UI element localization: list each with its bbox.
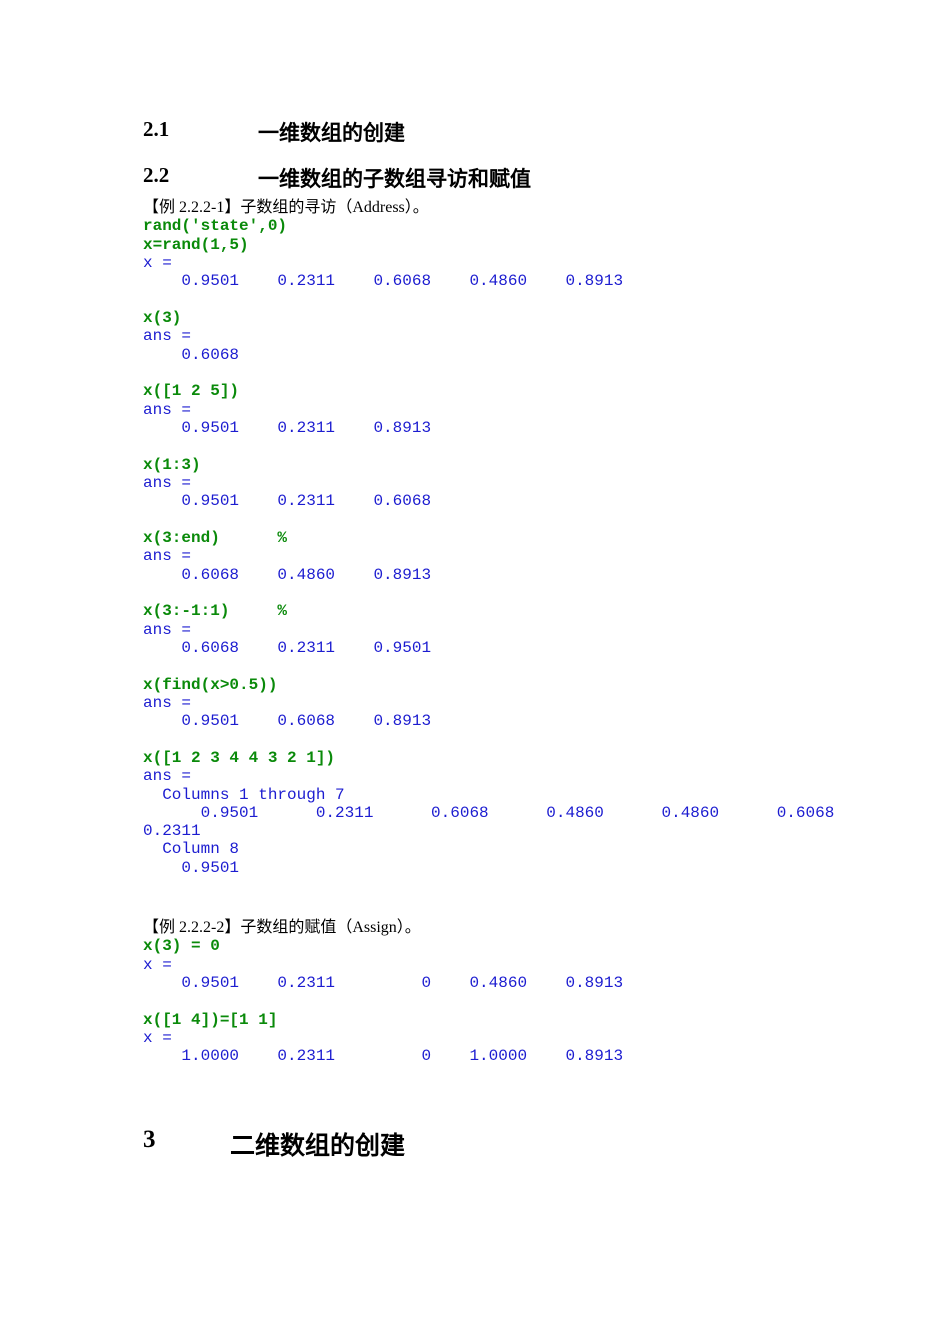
code-output-line: x = [143,955,172,974]
code-output-line [143,364,834,382]
code-output-line: ans = [143,327,192,346]
code-output-line: 0.9501 0.2311 0.6068 0.4860 0.4860 0.606… [143,803,835,822]
code-command-line: x(3) [143,308,182,327]
heading-title: 二维数组的创建 [230,1131,406,1160]
example-2-2-2-2: 【例 2.2.2-2】子数组的赋值（Assign）。 x(3) = 0x = 0.… [143,919,623,1066]
code-output-line [143,657,834,675]
code-command-line: x([1 2 5]) [143,382,240,401]
code-command-line: x([1 4])=[1 1] [143,1010,278,1029]
example-2-2-2-1: 【例 2.2.2-1】子数组的寻访（Address）。 rand('state',… [143,199,834,877]
heading-title: 一维数组的子数组寻访和赋值 [258,167,531,191]
code-output-line: 0.6068 0.4860 0.8913 [143,565,432,584]
code-output-line [143,511,834,529]
code-output-line [143,992,623,1010]
code-output-line: ans = [143,400,192,419]
code-command-line: x([1 2 3 4 4 3 2 1]) [143,748,336,767]
code-output-line [143,437,834,455]
code-output-line [143,291,834,309]
code-output-line: Columns 1 through 7 [143,785,345,804]
example-caption: 【例 2.2.2-1】子数组的寻访（Address）。 [143,199,429,216]
code-command-line: x(3:-1:1) % [143,602,288,621]
code-command-line: x(find(x>0.5)) [143,675,278,694]
code-output-line [143,584,834,602]
example-caption: 【例 2.2.2-2】子数组的赋值（Assign）。 [143,919,421,936]
code-output-line: 0.9501 0.2311 0.8913 [143,418,432,437]
heading-number: 2.1 [143,117,170,141]
heading-title: 一维数组的创建 [258,121,405,145]
code-output-line: 0.9501 0.2311 0.6068 0.4860 0.8913 [143,272,624,291]
code-output-line: ans = [143,767,192,786]
code-output-line: ans = [143,693,192,712]
code-output-line: ans = [143,473,192,492]
code-output-line: 0.6068 0.2311 0.9501 [143,638,432,657]
code-output-line: 0.9501 0.6068 0.8913 [143,712,432,731]
code-output-line: ans = [143,620,192,639]
code-output-line: x = [143,1028,172,1047]
code-output-line: 0.2311 [143,822,201,841]
code-output-line: 0.9501 0.2311 0 0.4860 0.8913 [143,973,624,992]
code-command-line: x(3:end) % [143,528,288,547]
code-output-line [143,731,834,749]
code-output-line: Column 8 [143,840,240,859]
code-output-line: x = [143,253,172,272]
heading-number: 3 [143,1126,156,1153]
code-output-line: ans = [143,547,192,566]
code-command-line: x(1:3) [143,455,201,474]
code-output-line: 0.9501 [143,858,240,877]
code-command-line: x(3) = 0 [143,937,220,956]
code-command-line: x=rand(1,5) [143,235,249,254]
code-output-line: 0.6068 [143,345,240,364]
code-command-line: rand('state',0) [143,217,288,236]
heading-number: 2.2 [143,163,170,187]
code-output-line: 0.9501 0.2311 0.6068 [143,492,432,511]
document-page: { "headings": { "h21": {"num": "2.1", "t… [0,0,950,1344]
code-output-line: 1.0000 0.2311 0 1.0000 0.8913 [143,1047,624,1066]
